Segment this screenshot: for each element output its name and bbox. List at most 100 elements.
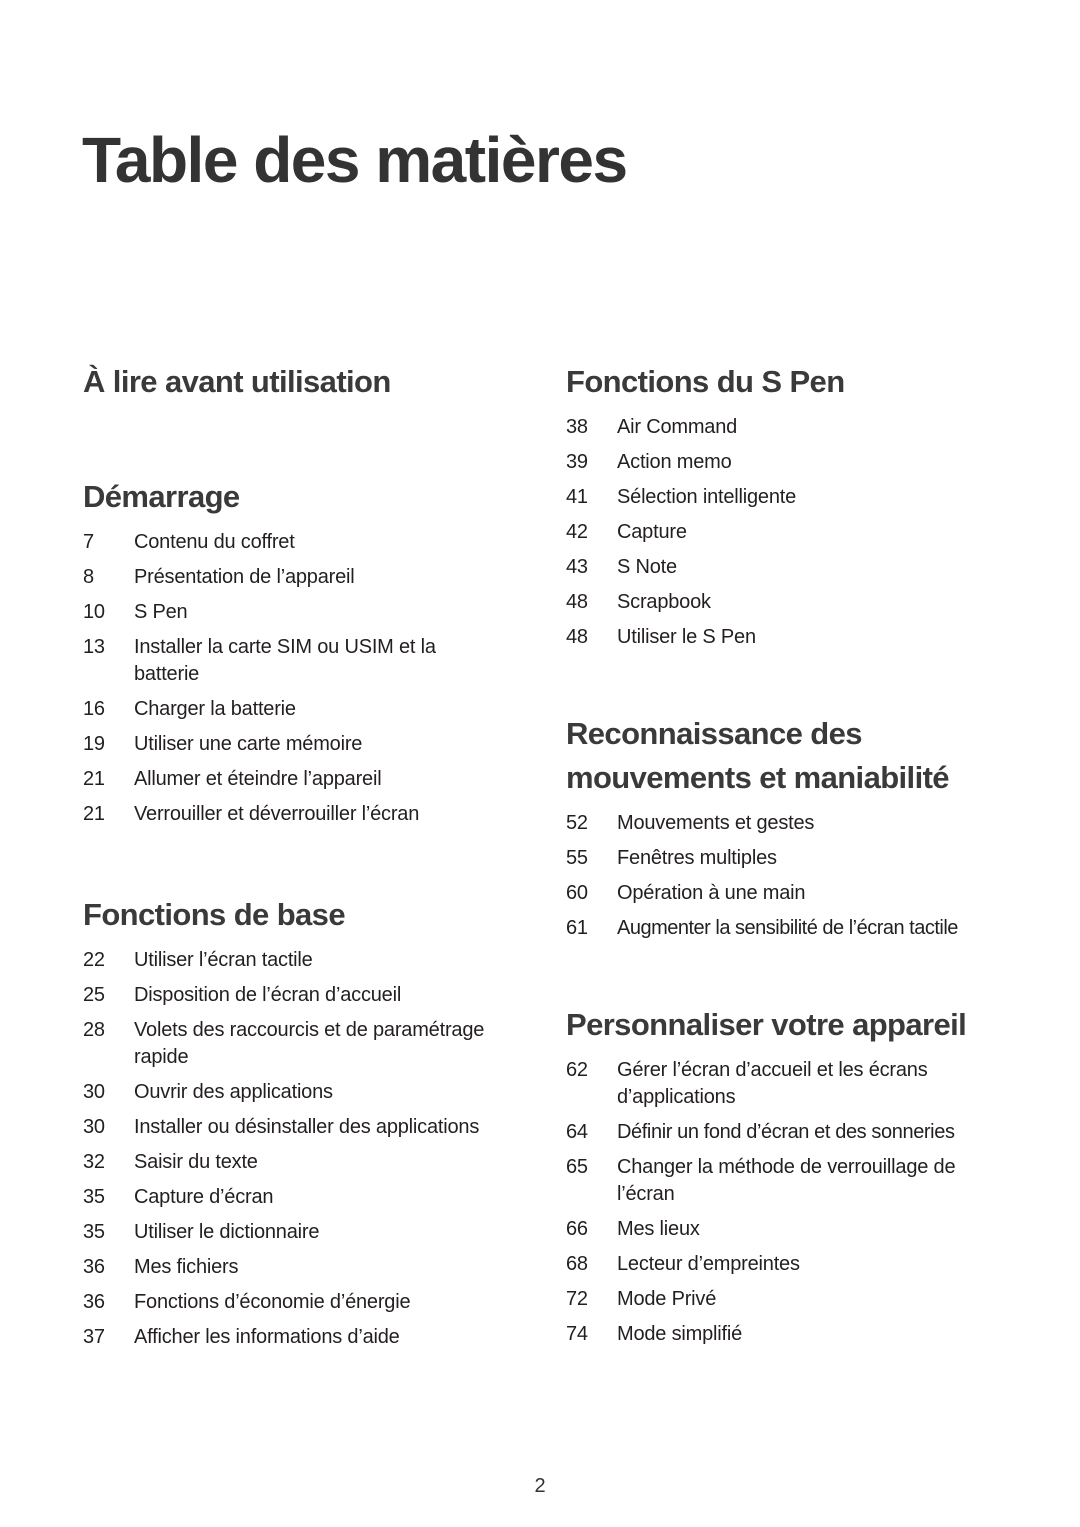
toc-entry[interactable]: 16 Charger la batterie <box>83 692 523 727</box>
toc-entry-label: Charger la batterie <box>134 698 296 720</box>
toc-entry[interactable]: 28 Volets des raccourcis et de paramétrag… <box>83 1013 523 1075</box>
section-title[interactable]: Reconnaissance des mouvements et maniabi… <box>566 712 986 800</box>
toc-entry-label: Action memo <box>617 451 732 473</box>
section-title[interactable]: À lire avant utilisation <box>83 360 523 404</box>
toc-entry-label: Ouvrir des applications <box>134 1081 333 1103</box>
section-title[interactable]: Démarrage <box>83 475 523 519</box>
toc-page-number: 72 <box>566 1288 588 1310</box>
toc-entry-label: Volets des raccourcis et de paramétrage … <box>134 1019 485 1068</box>
toc-page-number: 65 <box>566 1156 588 1178</box>
toc-page-number: 66 <box>566 1218 588 1240</box>
toc-entry-label: Utiliser le dictionnaire <box>134 1221 320 1243</box>
toc-page-number: 36 <box>83 1291 105 1313</box>
toc-entry[interactable]: 62 Gérer l’écran d’accueil et les écrans … <box>566 1053 1006 1115</box>
toc-entry-label: Sélection intelligente <box>617 486 797 508</box>
toc-entry[interactable]: 13 Installer la carte SIM ou USIM et la b… <box>83 630 523 692</box>
toc-page-number: 36 <box>83 1256 105 1278</box>
toc-page-number: 48 <box>566 626 588 648</box>
toc-entry[interactable]: 39 Action memo <box>566 445 1006 480</box>
toc-entry[interactable]: 64 Définir un fond d’écran et des sonneri… <box>566 1115 1006 1150</box>
toc-entry[interactable]: 35 Utiliser le dictionnaire <box>83 1215 523 1250</box>
toc-entry-label: Disposition de l’écran d’accueil <box>134 984 402 1006</box>
toc-entry-label: Gérer l’écran d’accueil et les écrans d’… <box>617 1059 928 1108</box>
toc-section: Reconnaissance des mouvements et maniabi… <box>566 712 1006 946</box>
toc-page-number: 62 <box>566 1059 588 1081</box>
toc-page-number: 61 <box>566 917 588 939</box>
toc-entry[interactable]: 19 Utiliser une carte mémoire <box>83 727 523 762</box>
toc-page-number: 52 <box>566 812 588 834</box>
toc-entry-label: Opération à une main <box>617 882 806 904</box>
toc-entry-label: Mode Privé <box>617 1288 717 1310</box>
toc-page-number: 42 <box>566 521 588 543</box>
toc-entry-label: Utiliser une carte mémoire <box>134 733 363 755</box>
toc-entry-label: S Pen <box>134 601 188 623</box>
toc-left-column: À lire avant utilisation Démarrage 7 Cont… <box>83 360 523 1355</box>
toc-entry[interactable]: 22 Utiliser l’écran tactile <box>83 943 523 978</box>
toc-page-number: 13 <box>83 636 105 658</box>
toc-entry-label: Changer la méthode de verrouillage de l’… <box>617 1156 956 1205</box>
toc-page-number: 41 <box>566 486 588 508</box>
toc-entry[interactable]: 21 Verrouiller et déverrouiller l’écran <box>83 797 523 832</box>
toc-page-number: 25 <box>83 984 105 1006</box>
toc-entry[interactable]: 52 Mouvements et gestes <box>566 806 1006 841</box>
toc-page-number: 48 <box>566 591 588 613</box>
toc-entry[interactable]: 8 Présentation de l’appareil <box>83 560 523 595</box>
toc-entry[interactable]: 60 Opération à une main <box>566 876 1006 911</box>
toc-entry[interactable]: 30 Ouvrir des applications <box>83 1075 523 1110</box>
toc-page-number: 19 <box>83 733 105 755</box>
toc-entry[interactable]: 38 Air Command <box>566 410 1006 445</box>
toc-entry[interactable]: 25 Disposition de l’écran d’accueil <box>83 978 523 1013</box>
toc-page-number: 10 <box>83 601 105 623</box>
toc-page-number: 68 <box>566 1253 588 1275</box>
toc-entry-label: Augmenter la sensibilité de l’écran tact… <box>617 917 958 939</box>
toc-entry-label: Air Command <box>617 416 738 438</box>
section-title[interactable]: Fonctions de base <box>83 893 523 937</box>
toc-entry-label: Utiliser le S Pen <box>617 626 756 648</box>
toc-entry[interactable]: 10 S Pen <box>83 595 523 630</box>
toc-entry[interactable]: 48 Utiliser le S Pen <box>566 620 1006 655</box>
toc-entry-label: Fenêtres multiples <box>617 847 777 869</box>
toc-entry-label: Mes lieux <box>617 1218 700 1240</box>
section-title[interactable]: Personnaliser votre appareil <box>566 1003 1006 1047</box>
toc-entry[interactable]: 48 Scrapbook <box>566 585 1006 620</box>
toc-entry[interactable]: 72 Mode Privé <box>566 1282 1006 1317</box>
toc-page-number: 43 <box>566 556 588 578</box>
toc-entry-label: Définir un fond d’écran et des sonneries <box>617 1121 955 1143</box>
toc-list: 62 Gérer l’écran d’accueil et les écrans … <box>566 1053 1006 1352</box>
toc-page-number: 8 <box>83 566 94 588</box>
toc-entry-label: Verrouiller et déverrouiller l’écran <box>134 803 420 825</box>
toc-page-number: 37 <box>83 1326 105 1348</box>
toc-section: Fonctions du S Pen 38 Air Command 39 Actio… <box>566 360 1006 655</box>
toc-entry[interactable]: 30 Installer ou désinstaller des applicat… <box>83 1110 523 1145</box>
toc-entry[interactable]: 42 Capture <box>566 515 1006 550</box>
toc-entry-label: Mode simplifié <box>617 1323 743 1345</box>
toc-entry[interactable]: 68 Lecteur d’empreintes <box>566 1247 1006 1282</box>
toc-entry[interactable]: 55 Fenêtres multiples <box>566 841 1006 876</box>
toc-section: À lire avant utilisation <box>83 360 523 404</box>
toc-entry[interactable]: 36 Mes fichiers <box>83 1250 523 1285</box>
toc-entry[interactable]: 35 Capture d’écran <box>83 1180 523 1215</box>
toc-entry[interactable]: 37 Afficher les informations d’aide <box>83 1320 523 1355</box>
toc-entry[interactable]: 36 Fonctions d’économie d’énergie <box>83 1285 523 1320</box>
toc-entry[interactable]: 74 Mode simplifié <box>566 1317 1006 1352</box>
toc-entry-label: Mouvements et gestes <box>617 812 815 834</box>
toc-entry[interactable]: 41 Sélection intelligente <box>566 480 1006 515</box>
toc-entry-label: Allumer et éteindre l’appareil <box>134 768 382 790</box>
toc-page-number: 39 <box>566 451 588 473</box>
section-title[interactable]: Fonctions du S Pen <box>566 360 1006 404</box>
toc-entry[interactable]: 66 Mes lieux <box>566 1212 1006 1247</box>
toc-list: 38 Air Command 39 Action memo 41 Sélection … <box>566 410 1006 655</box>
toc-entry[interactable]: 21 Allumer et éteindre l’appareil <box>83 762 523 797</box>
toc-page-number: 16 <box>83 698 105 720</box>
toc-section: Démarrage 7 Contenu du coffret 8 Présentat… <box>83 475 523 832</box>
toc-entry-label: Mes fichiers <box>134 1256 239 1278</box>
toc-list: 22 Utiliser l’écran tactile 25 Disposition… <box>83 943 523 1355</box>
toc-entry[interactable]: 43 S Note <box>566 550 1006 585</box>
toc-entry[interactable]: 65 Changer la méthode de verrouillage de … <box>566 1150 1006 1212</box>
toc-entry[interactable]: 7 Contenu du coffret <box>83 525 523 560</box>
toc-list: 7 Contenu du coffret 8 Présentation de l’a… <box>83 525 523 832</box>
toc-page-number: 21 <box>83 768 105 790</box>
toc-entry-label: Scrapbook <box>617 591 711 613</box>
toc-entry[interactable]: 32 Saisir du texte <box>83 1145 523 1180</box>
toc-entry[interactable]: 61 Augmenter la sensibilité de l’écran ta… <box>566 911 1006 946</box>
